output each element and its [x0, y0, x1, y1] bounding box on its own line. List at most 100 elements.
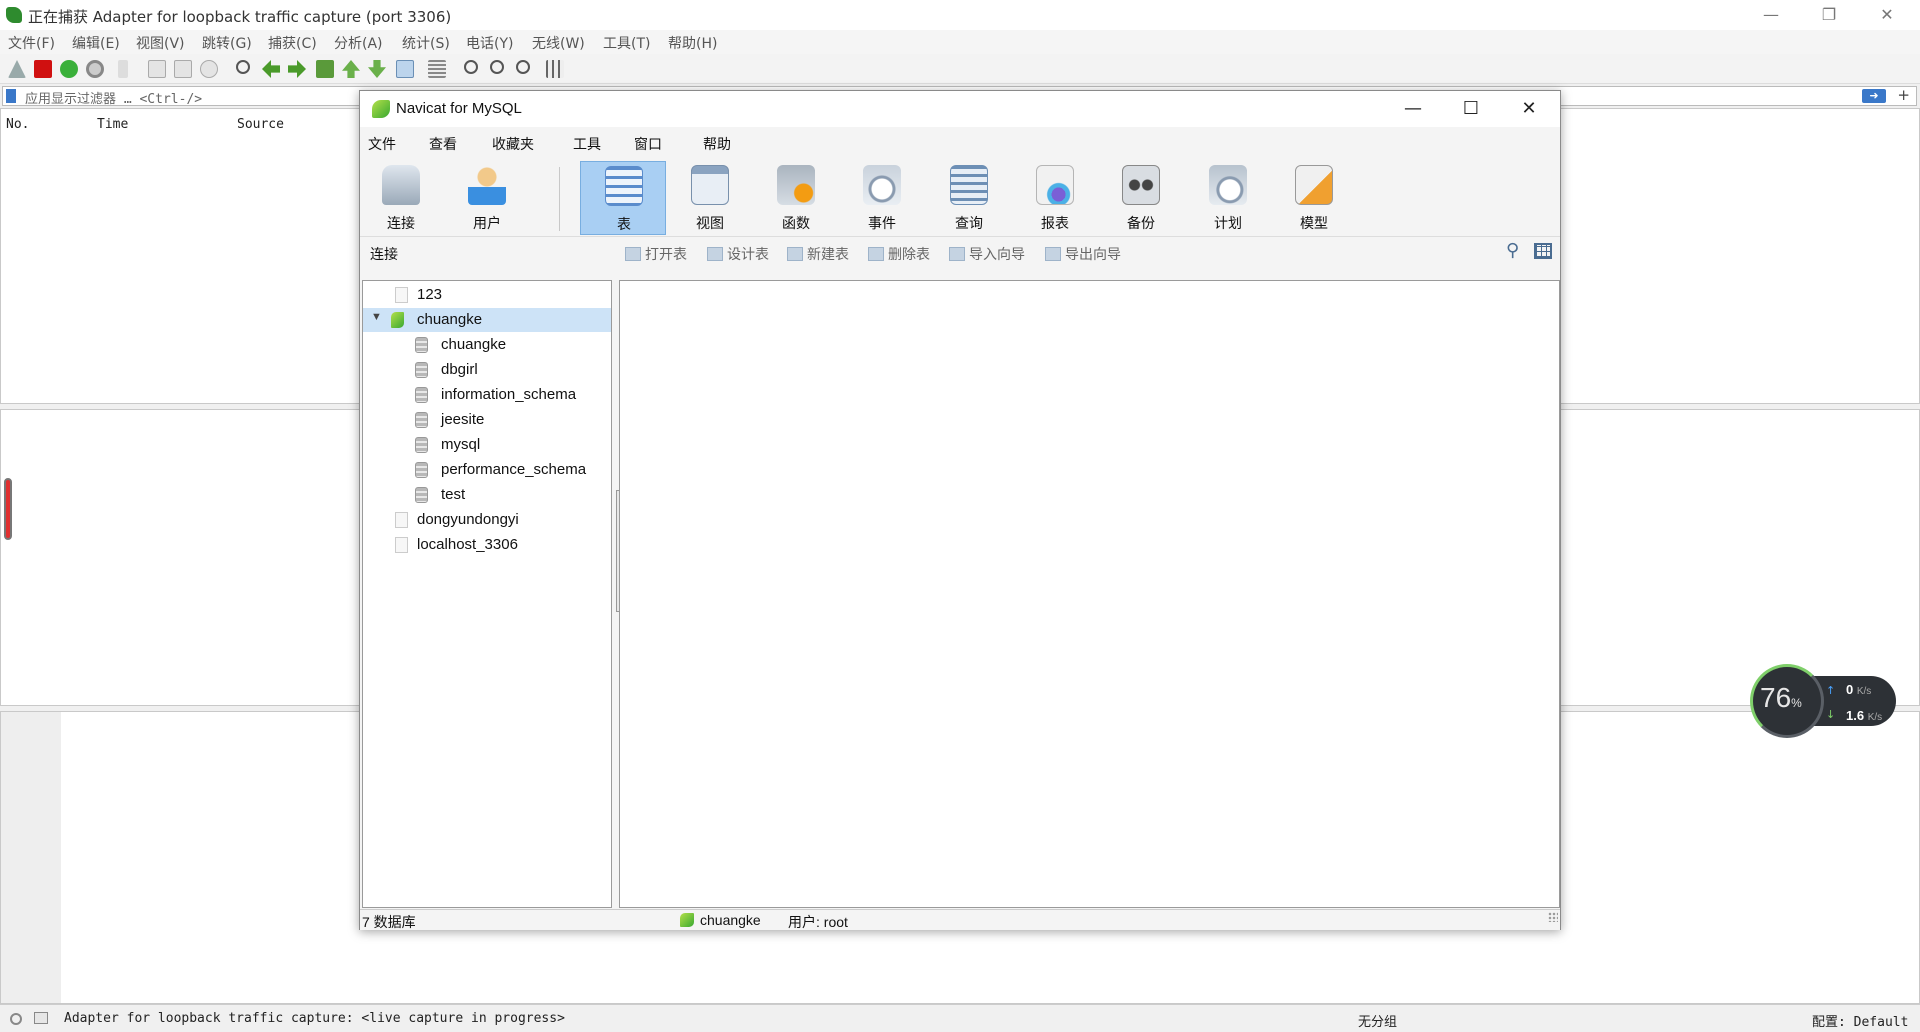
navicat-menu-view[interactable]: 查看 — [429, 134, 457, 154]
menu-wireless[interactable]: 无线(W) — [532, 33, 585, 53]
stop-capture-icon[interactable] — [34, 60, 52, 78]
navicat-menu-favorites[interactable]: 收藏夹 — [492, 134, 534, 154]
tool-user[interactable]: 用户 — [444, 161, 530, 235]
tree-item-db-information-schema[interactable]: information_schema — [363, 383, 611, 407]
start-capture-icon[interactable] — [8, 60, 26, 78]
save-file-icon[interactable] — [148, 60, 166, 78]
display-filter-input[interactable]: 应用显示过滤器 … <Ctrl-/> — [25, 88, 202, 107]
grid-view-icon[interactable] — [1534, 243, 1552, 259]
tool-report[interactable]: 报表 — [1012, 161, 1098, 235]
restore-icon[interactable]: ❐ — [1818, 4, 1840, 26]
tree-item-db-chuangke[interactable]: chuangke — [363, 333, 611, 357]
apply-filter-icon[interactable]: ➜ — [1862, 89, 1886, 103]
connection-tree[interactable]: 123 ▼ chuangke chuangke dbgirl informati… — [362, 280, 612, 908]
bytes-offset-gutter — [1, 712, 61, 1003]
capture-status-text: Adapter for loopback traffic capture: <l… — [64, 1011, 565, 1026]
tool-query[interactable]: 查询 — [926, 161, 1012, 235]
tool-model[interactable]: 模型 — [1271, 161, 1357, 235]
navicat-menu-file[interactable]: 文件 — [368, 134, 396, 154]
resize-columns-icon[interactable] — [546, 60, 564, 78]
tree-item-db-jeesite[interactable]: jeesite — [363, 408, 611, 432]
capture-options-icon[interactable] — [86, 60, 104, 78]
go-back-icon[interactable] — [262, 60, 280, 78]
backup-icon — [1122, 165, 1160, 205]
menu-telephony[interactable]: 电话(Y) — [466, 33, 513, 53]
tool-view[interactable]: 视图 — [667, 161, 753, 235]
colorize-icon[interactable] — [428, 60, 446, 78]
design-table-button[interactable]: 设计表 — [707, 244, 769, 264]
menu-help[interactable]: 帮助(H) — [668, 33, 717, 53]
export-wizard-button[interactable]: 导出向导 — [1045, 244, 1121, 264]
navicat-menu-window[interactable]: 窗口 — [634, 134, 662, 154]
menu-go[interactable]: 跳转(G) — [202, 33, 252, 53]
connection-icon — [382, 165, 420, 205]
menu-edit[interactable]: 编辑(E) — [72, 33, 120, 53]
chevron-down-icon[interactable]: ▼ — [371, 311, 382, 323]
tree-item-123[interactable]: 123 — [363, 283, 611, 307]
add-filter-button-icon[interactable]: + — [1897, 86, 1910, 104]
tree-item-db-dbgirl[interactable]: dbgirl — [363, 358, 611, 382]
tool-function[interactable]: 函数 — [753, 161, 839, 235]
go-forward-icon[interactable] — [288, 60, 306, 78]
go-to-packet-icon[interactable] — [316, 60, 334, 78]
tree-item-chuangke-connection[interactable]: ▼ chuangke — [363, 308, 611, 332]
capture-comment-icon[interactable] — [34, 1012, 48, 1024]
download-arrow-icon: ↓ — [1826, 708, 1836, 721]
normal-size-icon[interactable] — [516, 60, 530, 74]
close-file-icon[interactable] — [174, 60, 192, 78]
expert-info-icon[interactable] — [10, 1013, 22, 1025]
connection-closed-icon — [395, 287, 408, 303]
find-packet-icon[interactable] — [236, 60, 250, 74]
scroll-marker[interactable] — [4, 478, 12, 540]
tree-item-dongyundongyi[interactable]: dongyundongyi — [363, 508, 611, 532]
navicat-maximize-icon[interactable]: ☐ — [1456, 96, 1486, 122]
tool-connection[interactable]: 连接 — [358, 161, 444, 235]
last-packet-icon[interactable] — [368, 60, 386, 78]
resize-grip-icon[interactable] — [1548, 912, 1558, 922]
zoom-in-icon[interactable] — [464, 60, 478, 74]
export-wizard-icon — [1045, 247, 1061, 261]
restart-capture-icon[interactable] — [60, 60, 78, 78]
auto-scroll-icon[interactable] — [396, 60, 414, 78]
tool-backup[interactable]: 备份 — [1098, 161, 1184, 235]
minimize-icon[interactable]: — — [1760, 4, 1782, 26]
menu-analyze[interactable]: 分析(A) — [334, 33, 383, 53]
first-packet-icon[interactable] — [342, 60, 360, 78]
object-list-pane[interactable] — [619, 280, 1560, 908]
usage-percent: 76% — [1760, 682, 1802, 713]
menu-capture[interactable]: 捕获(C) — [268, 33, 317, 53]
menu-view[interactable]: 视图(V) — [136, 33, 185, 53]
menu-file[interactable]: 文件(F) — [8, 33, 55, 53]
profile-text[interactable]: 配置: Default — [1812, 1011, 1908, 1030]
navicat-window-title: Navicat for MySQL — [396, 100, 522, 117]
column-time[interactable]: Time — [97, 117, 128, 132]
tool-table[interactable]: 表 — [580, 161, 666, 235]
tree-item-localhost-3306[interactable]: localhost_3306 — [363, 533, 611, 557]
tool-schedule[interactable]: 计划 — [1185, 161, 1271, 235]
database-icon — [415, 362, 428, 378]
new-table-button[interactable]: 新建表 — [787, 244, 849, 264]
network-meter-widget[interactable]: 76% ↑ 0 K/s ↓ 1.6 K/s — [1750, 664, 1898, 738]
navicat-menu-tools[interactable]: 工具 — [573, 134, 601, 154]
open-table-button[interactable]: 打开表 — [625, 244, 687, 264]
column-no[interactable]: No. — [6, 117, 29, 132]
database-icon — [415, 462, 428, 478]
delete-table-button[interactable]: 删除表 — [868, 244, 930, 264]
column-source[interactable]: Source — [237, 117, 284, 132]
navicat-minimize-icon[interactable]: — — [1398, 96, 1428, 122]
zoom-out-icon[interactable] — [490, 60, 504, 74]
navicat-close-icon[interactable]: ✕ — [1514, 96, 1544, 122]
menu-tools[interactable]: 工具(T) — [603, 33, 650, 53]
search-icon[interactable]: ⚲ — [1506, 242, 1524, 260]
import-wizard-button[interactable]: 导入向导 — [949, 244, 1025, 264]
tree-item-db-mysql[interactable]: mysql — [363, 433, 611, 457]
navicat-menu-help[interactable]: 帮助 — [703, 134, 731, 154]
tree-item-db-performance-schema[interactable]: performance_schema — [363, 458, 611, 482]
tree-item-db-test[interactable]: test — [363, 483, 611, 507]
bookmark-icon[interactable] — [6, 89, 16, 103]
tool-event[interactable]: 事件 — [839, 161, 925, 235]
menu-statistics[interactable]: 统计(S) — [402, 33, 450, 53]
open-file-icon[interactable] — [118, 60, 128, 78]
reload-icon[interactable] — [200, 60, 218, 78]
close-icon[interactable]: ✕ — [1876, 4, 1898, 26]
